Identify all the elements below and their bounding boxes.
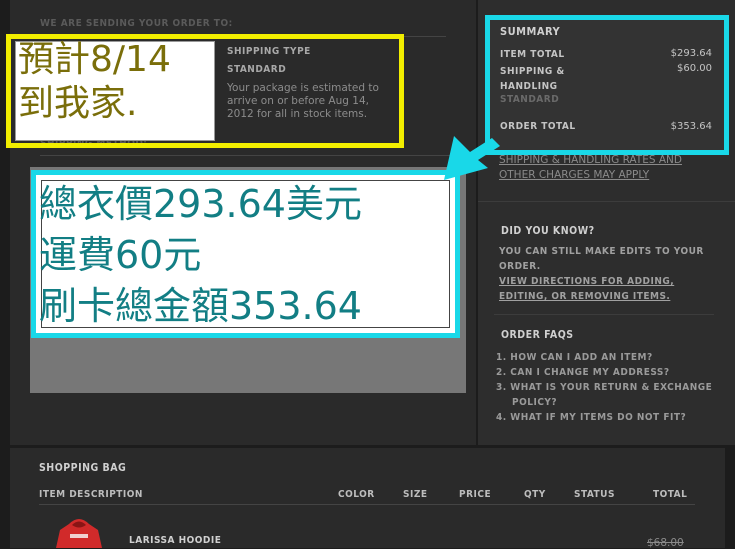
faq-title: ORDER FAQS [501,329,574,341]
divider [478,201,735,202]
col-total: TOTAL [653,489,688,500]
hoodie-thumbnail[interactable] [54,516,104,548]
did-you-know-title: DID YOU KNOW? [501,225,595,237]
item-name[interactable]: LARISSA HOODIE [129,535,221,546]
col-size: SIZE [403,489,428,500]
item-price: $68.00 [647,537,684,549]
cyan-annotation-box: 總衣價293.64美元 運費60元 刷卡總金額353.64 [31,170,460,338]
faq-item-add[interactable]: 1. HOW CAN I ADD AN ITEM? [496,352,653,363]
cyan-annotation-text: 總衣價293.64美元 運費60元 刷卡總金額353.64 [39,182,362,328]
col-qty: QTY [524,489,546,500]
divider [494,314,714,315]
col-item-description: ITEM DESCRIPTION [39,489,143,500]
rates-link[interactable]: SHIPPING & HANDLING RATES AND OTHER CHAR… [499,153,714,183]
cyan-summary-highlight [485,15,729,155]
sending-header: WE ARE SENDING YOUR ORDER TO: [40,18,233,29]
cyan-arrow-icon [444,136,500,180]
divider [39,504,695,505]
faq-item-return-cont[interactable]: POLICY? [512,397,557,408]
edit-directions-link[interactable]: VIEW DIRECTIONS FOR ADDING, EDITING, OR … [499,274,714,304]
yellow-annotation-note: 預計8/14 到我家. [15,39,215,141]
yellow-annotation-text: 預計8/14 到我家. [18,39,171,124]
yellow-annotation-box: 預計8/14 到我家. [6,34,404,148]
faq-item-return[interactable]: 3. WHAT IS YOUR RETURN & EXCHANGE [496,382,712,393]
shopping-bag-panel: SHOPPING BAG ITEM DESCRIPTION COLOR SIZE… [10,448,725,549]
col-price: PRICE [459,489,492,500]
shopping-bag-title: SHOPPING BAG [39,462,127,474]
faq-item-address[interactable]: 2. CAN I CHANGE MY ADDRESS? [496,367,670,378]
faq-item-fit[interactable]: 4. WHAT IF MY ITEMS DO NOT FIT? [496,412,686,423]
col-status: STATUS [574,489,615,500]
did-you-know-text: YOU CAN STILL MAKE EDITS TO YOUR ORDER. [499,246,704,272]
divider [40,155,466,156]
col-color: COLOR [338,489,375,500]
